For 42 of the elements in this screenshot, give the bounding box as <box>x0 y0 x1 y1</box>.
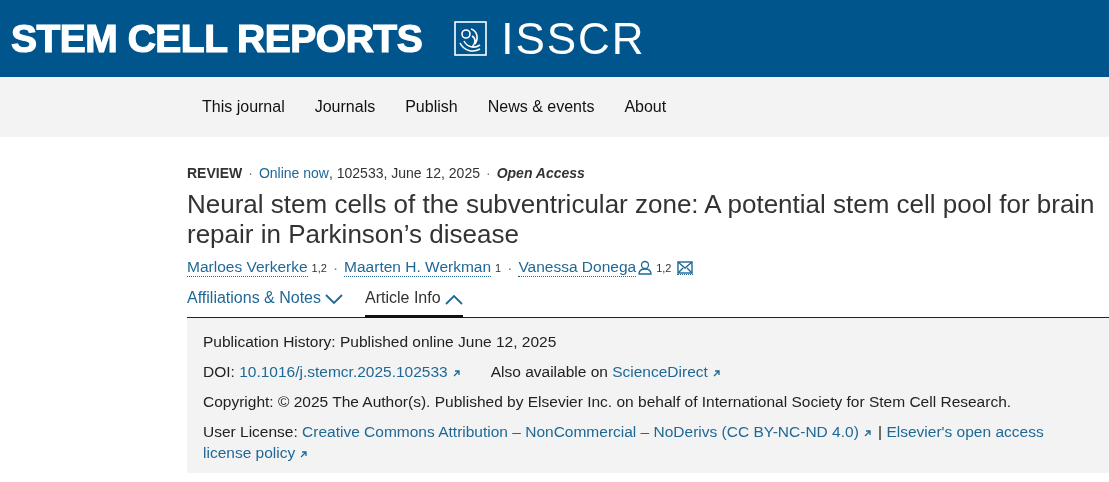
external-link-icon <box>451 369 461 378</box>
author-link[interactable]: Vanessa Donega <box>518 258 637 277</box>
swirl-logo-icon <box>454 21 488 56</box>
info-link[interactable]: 10.1016/j.stemcr.2025.102533 <box>239 363 448 380</box>
author-link[interactable]: Maarten H. Werkman <box>344 258 492 277</box>
info-link[interactable]: Creative Commons Attribution – NonCommercial – NoDerivs (CC BY-NC-ND 4.0) <box>302 423 859 440</box>
online-now-link[interactable]: Online now <box>258 165 329 181</box>
nav-link[interactable]: News & events <box>487 98 595 116</box>
article-details: , 102533, June 12, 2025 <box>328 165 480 181</box>
nav-link[interactable]: This journal <box>202 98 285 116</box>
info-text: Also available on <box>489 363 609 380</box>
nav-link[interactable]: About <box>624 98 667 116</box>
article-type: REVIEW <box>187 165 243 181</box>
separator-dot: · <box>506 258 514 277</box>
author-link[interactable]: Marloes Verkerke <box>187 258 308 277</box>
chevron-up-icon <box>444 293 463 305</box>
separator-dot: · <box>331 258 340 277</box>
info-line: Copyright: © 2025 The Author(s). Published by Elsevier Inc. on behalf of International Society for Stem Cell Research. <box>203 392 1013 412</box>
separator-dot: · <box>247 165 254 181</box>
section-tab[interactable]: Affiliations & Notes <box>187 289 343 317</box>
info-link[interactable]: Elsevier's open access <box>886 423 1044 440</box>
nav-link[interactable]: Publish <box>405 98 458 116</box>
nav-link[interactable]: Journals <box>314 98 376 116</box>
chevron-down-icon <box>325 293 343 305</box>
info-line: Publication History: Published online June 12, 2025 <box>203 332 558 352</box>
separator-dot: · <box>485 165 492 181</box>
access-label: Open Access <box>496 165 585 181</box>
external-link-icon <box>299 450 309 459</box>
affiliation-number: 1 <box>495 261 502 274</box>
email-icon[interactable] <box>677 260 694 274</box>
info-line: User License: Creative Commons Attribution – NonCommercial – NoDerivs (CC BY-NC-ND 4.0) | Elsevier's open access license policy <box>203 422 1045 463</box>
article-title: Neural stem cells of the subventricular zone: A potential stem cell pool for brain repair in Parkinson’s disease <box>187 189 1096 249</box>
person-icon <box>638 260 653 275</box>
info-link[interactable]: license policy <box>203 444 296 461</box>
info-line: DOI: 10.1016/j.stemcr.2025.102533 Also available on ScienceDirect <box>203 361 1071 382</box>
external-link-icon <box>711 369 721 378</box>
external-link-icon <box>862 429 872 438</box>
affiliation-number: 1,2 <box>656 261 672 274</box>
affiliation-number: 1,2 <box>311 261 327 274</box>
info-link[interactable]: ScienceDirect <box>612 363 708 380</box>
society-logo-text[interactable]: ISSCR <box>501 16 646 61</box>
journal-logo[interactable]: STEM CELL REPORTS <box>11 16 423 61</box>
